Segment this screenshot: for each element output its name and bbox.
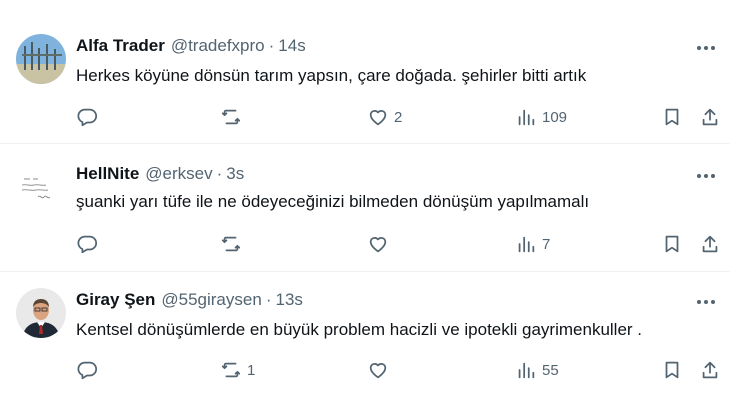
reply-button[interactable] <box>76 105 103 129</box>
retweet-button[interactable] <box>220 105 247 129</box>
retweet-icon <box>221 236 241 252</box>
retweet-count: 1 <box>247 361 256 379</box>
timeline: Alfa Trader @tradefxpro · 14s Herkes köyüne… <box>0 0 730 420</box>
tweet-header: Giray Şen @55giraysen · 13s <box>76 290 303 310</box>
bookmark-button[interactable] <box>661 105 683 129</box>
views-icon <box>518 236 535 253</box>
views-icon <box>518 362 535 379</box>
author-name[interactable]: Giray Şen <box>76 290 155 309</box>
reply-icon <box>77 361 98 380</box>
like-count: 2 <box>394 108 403 126</box>
author-handle[interactable]: @erksev <box>145 164 212 183</box>
reply-icon <box>77 108 98 127</box>
like-button[interactable]: 2 <box>367 105 402 129</box>
timestamp[interactable]: 13s <box>275 290 302 309</box>
author-name[interactable]: Alfa Trader <box>76 36 165 55</box>
share-button[interactable] <box>699 358 721 382</box>
bookmark-icon <box>665 361 679 379</box>
tweet-header: HellNite @erksev · 3s <box>76 164 244 184</box>
bookmark-button[interactable] <box>661 358 683 382</box>
tweet[interactable]: Giray Şen @55giraysen · 13s Kentsel dönüşüm… <box>0 272 730 420</box>
separator: · <box>265 290 272 309</box>
author-handle[interactable]: @tradefxpro <box>171 36 265 55</box>
author-handle[interactable]: @55giraysen <box>161 290 261 309</box>
retweet-icon <box>221 362 241 378</box>
bookmark-icon <box>665 108 679 126</box>
share-icon <box>702 361 718 379</box>
heart-icon <box>369 110 387 126</box>
bookmark-button[interactable] <box>661 232 683 256</box>
bookmark-icon <box>665 235 679 253</box>
timestamp[interactable]: 3s <box>226 164 244 183</box>
tweet-actions: 7 <box>0 232 730 256</box>
tweet[interactable]: Alfa Trader @tradefxpro · 14s Herkes köyüne… <box>0 0 730 143</box>
tweet-header: Alfa Trader @tradefxpro · 14s <box>76 36 306 56</box>
heart-icon <box>369 237 387 253</box>
views-button[interactable]: 109 <box>515 105 567 129</box>
separator: · <box>216 164 223 183</box>
view-count: 109 <box>542 108 568 126</box>
reply-button[interactable] <box>76 358 103 382</box>
share-button[interactable] <box>699 105 721 129</box>
more-icon[interactable] <box>694 292 718 312</box>
reply-button[interactable] <box>76 232 103 256</box>
tweet-text: şuanki yarı tüfe ile ne ödeyeceğinizi bi… <box>76 192 590 211</box>
tweet-actions: 1 55 <box>0 358 730 382</box>
views-button[interactable]: 55 <box>515 358 559 382</box>
tweet-text: Kentsel dönüşümlerde en büyük problem ha… <box>76 320 643 339</box>
timestamp[interactable]: 14s <box>278 36 305 55</box>
reply-icon <box>77 235 98 254</box>
retweet-button[interactable]: 1 <box>220 358 255 382</box>
retweet-button[interactable] <box>220 232 247 256</box>
view-count: 7 <box>542 235 551 253</box>
tweet-text: Herkes köyüne dönsün tarım yapsın, çare … <box>76 66 587 85</box>
retweet-icon <box>221 109 241 125</box>
like-button[interactable] <box>367 358 394 382</box>
avatar[interactable] <box>16 288 66 338</box>
share-icon <box>702 108 718 126</box>
tweet-actions: 2 109 <box>0 105 730 129</box>
share-button[interactable] <box>699 232 721 256</box>
share-icon <box>702 235 718 253</box>
like-button[interactable] <box>367 232 394 256</box>
more-icon[interactable] <box>694 166 718 186</box>
heart-icon <box>369 363 387 379</box>
avatar[interactable] <box>16 162 66 212</box>
author-name[interactable]: HellNite <box>76 164 139 183</box>
avatar[interactable] <box>16 34 66 84</box>
views-icon <box>518 109 535 126</box>
separator: · <box>268 36 275 55</box>
view-count: 55 <box>542 361 559 379</box>
tweet[interactable]: HellNite @erksev · 3s şuanki yarı tüfe ile … <box>0 144 730 271</box>
views-button[interactable]: 7 <box>515 232 550 256</box>
more-icon[interactable] <box>694 38 718 58</box>
